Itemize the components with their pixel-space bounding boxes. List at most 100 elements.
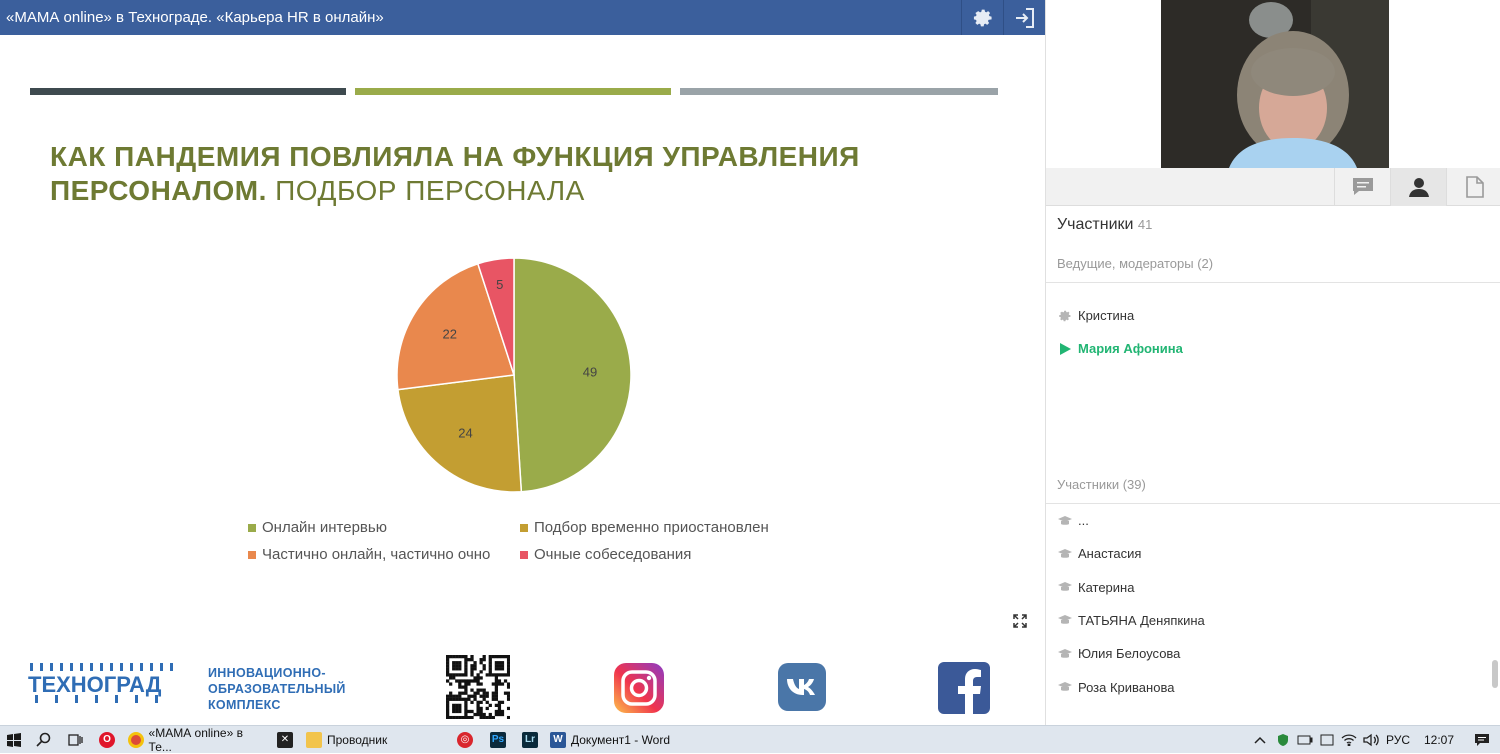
presentation-slide: КАК ПАНДЕМИЯ ПОВЛИЯЛА НА ФУНКЦИЯ УПРАВЛЕ… (0, 35, 1045, 725)
task-view-icon (68, 733, 83, 746)
legend-label: Подбор временно приостановлен (534, 519, 769, 536)
instagram-icon[interactable] (614, 663, 664, 713)
tagline-line-3: КОМПЛЕКС (208, 698, 281, 712)
moderator-item-active[interactable]: Мария Афонина (1058, 341, 1183, 356)
lightroom-icon: Lr (522, 731, 538, 748)
speaker-icon (1363, 733, 1379, 746)
participant-name: ... (1078, 513, 1089, 528)
tagline-line-1: ИННОВАЦИОННО- (208, 666, 326, 680)
pie-slice (513, 257, 632, 493)
technograd-logo-text: ТЕХНОГРАД (28, 672, 162, 697)
search-button[interactable] (28, 726, 58, 754)
pie-data-label: 49 (583, 365, 597, 380)
moderators-heading: Ведущие, модераторы (2) (1057, 256, 1214, 271)
opera-icon: O (99, 731, 115, 748)
task-view-button[interactable] (58, 726, 92, 754)
stripe-dark (30, 88, 346, 95)
panel-tabs (1046, 168, 1500, 206)
record-icon: ◎ (457, 731, 473, 748)
tab-participants[interactable] (1390, 168, 1446, 206)
lightroom-button[interactable]: Lr (516, 726, 544, 754)
taskbar-chrome-label: «МАМА online» в Те... (148, 725, 243, 754)
graduation-cap-icon (1058, 648, 1072, 658)
graduation-cap-icon (1058, 682, 1072, 691)
chat-icon (1352, 178, 1373, 195)
legend-label: Очные собеседования (534, 546, 692, 563)
facebook-icon[interactable] (938, 662, 990, 714)
tab-chat[interactable] (1334, 168, 1390, 206)
taskbar-chrome-window[interactable]: «МАМА online» в Те... (122, 726, 270, 754)
conference-header: «МАМА online» в Технограде. «Карьера HR … (0, 0, 1045, 35)
gear-icon (1059, 310, 1071, 321)
participants-panel: Участники 41 Ведущие, модераторы (2) Кри… (1045, 0, 1500, 725)
word-icon: W (550, 731, 566, 748)
pie-data-label: 22 (443, 326, 457, 341)
photoshop-button[interactable]: Ps (480, 726, 516, 754)
legend-label: Частично онлайн, частично очно (262, 546, 491, 563)
participant-name: ТАТЬЯНА Деняпкина (1078, 612, 1205, 628)
taskbar-explorer-window[interactable]: Проводник (300, 726, 450, 754)
opera-button[interactable]: O (92, 726, 122, 754)
graduation-cap-icon (1058, 548, 1072, 558)
document-icon (1465, 176, 1484, 198)
participants-label: Участники (1057, 216, 1134, 233)
technograd-tagline: ИННОВАЦИОННО- ОБРАЗОВАТЕЛЬНЫЙ КОМПЛЕКС (208, 665, 346, 713)
participant-item[interactable]: Анастасия (1058, 546, 1141, 561)
participant-item[interactable]: ТАТЬЯНА Деняпкина (1058, 613, 1205, 628)
tray-icon[interactable] (1316, 726, 1338, 754)
clock[interactable]: 12:07 (1414, 726, 1464, 754)
participant-item[interactable]: ... (1058, 513, 1089, 528)
moderator-item[interactable]: Кристина (1058, 308, 1134, 323)
stripe-gray (680, 88, 998, 95)
taskbar-app-button[interactable]: ◎ (450, 726, 480, 754)
participants-count: 41 (1137, 217, 1153, 232)
participant-name: Анастасия (1078, 546, 1142, 562)
legend-label: Онлайн интервью (262, 519, 387, 536)
exit-icon (1015, 7, 1034, 28)
vk-icon[interactable] (778, 663, 826, 711)
participant-item[interactable]: Катерина (1058, 580, 1134, 595)
battery-icon (1297, 735, 1313, 744)
notifications-button[interactable] (1464, 726, 1500, 754)
participant-item[interactable]: Юлия Белоусова (1058, 646, 1180, 661)
taskbar-app-button[interactable]: ✕ (270, 726, 300, 754)
participant-name: Роза Криванова (1078, 679, 1175, 695)
qr-code (446, 655, 510, 719)
security-tray[interactable] (1272, 726, 1294, 754)
battery-tray[interactable] (1294, 726, 1316, 754)
language-label: РУС (1385, 732, 1411, 747)
exit-button[interactable] (1003, 0, 1045, 35)
taskbar-word-window[interactable]: W Документ1 - Word (544, 726, 684, 754)
volume-tray[interactable] (1360, 726, 1382, 754)
legend-swatch (520, 550, 528, 559)
stripe-green (355, 88, 671, 95)
speaker-video (1161, 0, 1389, 168)
chevron-up-icon (1254, 736, 1266, 744)
legend-swatch (248, 523, 256, 532)
speaker-video-frame (1161, 0, 1389, 168)
pie-data-label: 5 (496, 277, 503, 292)
legend-swatch (520, 523, 528, 532)
divider (1046, 503, 1500, 504)
legend-item: Подбор временно приостановлен (520, 519, 808, 536)
graduation-cap-icon (1058, 615, 1072, 625)
settings-button[interactable] (961, 0, 1003, 35)
tray-chevron[interactable] (1248, 726, 1272, 754)
wifi-icon (1341, 733, 1357, 746)
network-tray[interactable] (1338, 726, 1360, 754)
play-icon (1060, 342, 1071, 355)
participant-item[interactable]: Роза Криванова (1058, 680, 1174, 695)
start-button[interactable] (0, 726, 28, 754)
scrollbar[interactable] (1492, 660, 1498, 688)
shield-icon (1278, 733, 1288, 746)
graduation-cap-icon (1058, 582, 1072, 591)
language-indicator[interactable]: РУС (1382, 726, 1414, 754)
legend-swatch (248, 550, 256, 559)
windows-taskbar: O «МАМА online» в Те... ✕ Проводник ◎ Ps… (0, 725, 1500, 754)
fullscreen-icon[interactable] (1012, 613, 1028, 629)
conference-title: «МАМА online» в Технограде. «Карьера HR … (6, 9, 384, 26)
tab-files[interactable] (1446, 168, 1500, 206)
app-icon: ✕ (277, 731, 293, 748)
participant-name: Юлия Белоусова (1078, 646, 1181, 662)
taskbar-word-label: Документ1 - Word (571, 732, 671, 747)
